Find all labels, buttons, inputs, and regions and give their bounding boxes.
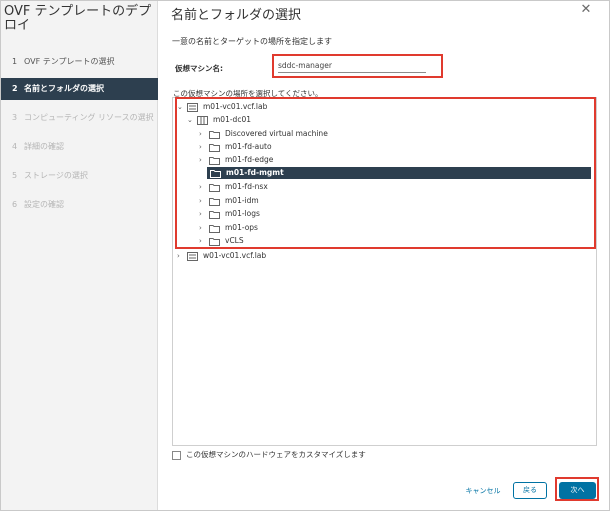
step-label: 名前とフォルダの選択 [24,84,104,93]
chevron-right-icon[interactable]: › [199,208,209,220]
step-number: 3 [12,113,18,122]
chevron-right-icon[interactable]: › [199,154,209,166]
wizard-step-1[interactable]: 1 OVF テンプレートの選択 [1,51,158,73]
wizard-title: OVF テンプレートのデプロイ [4,4,152,33]
checkbox-icon[interactable] [172,450,181,460]
tree-node-label: m01-dc01 [213,115,251,124]
page-title: 名前とフォルダの選択 [171,8,302,23]
wizard-step-3: 3 コンピューティング リソースの選択 [1,107,158,129]
folder-icon [209,197,221,206]
step-number: 1 [12,57,18,66]
datacenter-icon [197,115,209,125]
chevron-right-icon[interactable]: › [199,195,209,207]
wizard-step-5: 5 ストレージの選択 [1,165,158,187]
chevron-right-icon[interactable]: › [199,128,209,140]
tree-node-folder[interactable]: › m01-idm [199,195,439,207]
wizard-sidebar: OVF テンプレートのデプロイ 1 OVF テンプレートの選択 2 名前とフォルダの… [1,1,158,510]
instruction-text: 一意の名前とターゲットの場所を指定します [172,37,332,46]
tree-node-label: vCLS [225,236,244,245]
step-number: 2 [12,84,18,93]
vcenter-icon [187,251,199,261]
wizard-step-4: 4 詳細の確認 [1,136,158,158]
step-label: コンピューティング リソースの選択 [24,113,154,122]
folder-icon [209,210,221,219]
tree-node-label: m01-idm [225,196,259,205]
wizard-step-2[interactable]: 2 名前とフォルダの選択 [1,78,158,100]
chevron-right-icon[interactable]: › [199,222,209,234]
tree-node-folder[interactable]: › m01-ops [199,222,439,234]
tree-node-label: w01-vc01.vcf.lab [203,251,267,260]
step-number: 5 [12,171,18,180]
step-label: ストレージの選択 [24,171,88,180]
tree-node-folder[interactable]: › m01-fd-nsx [199,181,439,193]
chevron-right-icon[interactable]: › [199,181,209,193]
folder-icon [210,169,222,178]
step-label: 設定の確認 [24,200,64,209]
tree-node-folder[interactable]: › m01-logs [199,208,439,220]
customize-hardware-checkbox[interactable]: この仮想マシンのハードウェアをカスタマイズします [172,449,366,460]
tree-node-label: m01-logs [225,209,260,218]
step-label: 詳細の確認 [24,142,64,151]
cancel-button[interactable]: キャンセル [460,482,506,500]
customize-hardware-label: この仮想マシンのハードウェアをカスタマイズします [186,450,366,459]
chevron-down-icon[interactable]: ⌄ [187,114,197,126]
tree-node-label: m01-fd-edge [225,155,274,164]
tree-node-folder-selected[interactable]: m01-fd-mgmt [207,167,591,179]
chevron-down-icon[interactable]: ⌄ [177,101,187,113]
tree-node-label: m01-fd-mgmt [226,168,284,177]
chevron-right-icon[interactable]: › [177,250,187,262]
folder-icon [209,156,221,165]
tree-node-folder[interactable]: › vCLS [199,235,439,247]
vm-name-input[interactable] [278,58,426,73]
step-number: 6 [12,200,18,209]
vm-name-label: 仮想マシン名: [175,64,223,73]
tree-node-label: m01-fd-auto [225,142,272,151]
tree-node-vcenter-m01[interactable]: ⌄ m01-vc01.vcf.lab [177,101,417,113]
close-icon[interactable]: ✕ [579,3,593,17]
folder-icon [209,143,221,152]
chevron-right-icon[interactable]: › [199,235,209,247]
tree-node-label: Discovered virtual machine [225,129,328,138]
tree-node-folder[interactable]: › m01-fd-edge [199,154,439,166]
tree-node-label: m01-fd-nsx [225,182,268,191]
folder-icon [209,130,221,139]
wizard-step-6: 6 設定の確認 [1,194,158,216]
tree-node-label: m01-ops [225,223,258,232]
step-number: 4 [12,142,18,151]
folder-icon [209,237,221,246]
chevron-right-icon[interactable]: › [199,141,209,153]
tree-node-folder[interactable]: › Discovered virtual machine [199,128,439,140]
back-button[interactable]: 戻る [513,482,547,499]
next-button[interactable]: 次へ [559,482,596,499]
tree-node-folder[interactable]: › m01-fd-auto [199,141,439,153]
folder-icon [209,224,221,233]
tree-node-label: m01-vc01.vcf.lab [203,102,268,111]
tree-node-vcenter-w01[interactable]: › w01-vc01.vcf.lab [177,250,417,262]
tree-node-datacenter[interactable]: ⌄ m01-dc01 [187,114,427,126]
step-label: OVF テンプレートの選択 [24,57,115,66]
folder-icon [209,183,221,192]
vcenter-icon [187,102,199,112]
